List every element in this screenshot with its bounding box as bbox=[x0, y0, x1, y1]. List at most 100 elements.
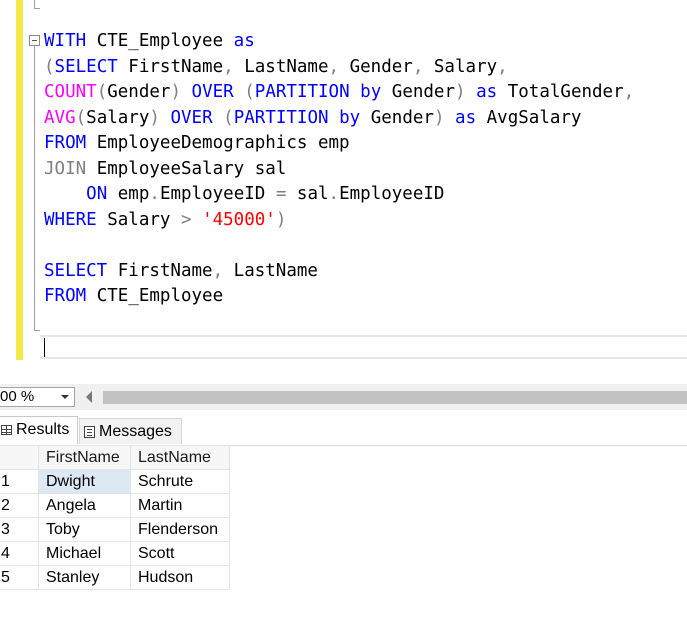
code-token: WITH bbox=[44, 31, 87, 51]
table-row[interactable]: 4 Michael Scott bbox=[0, 541, 230, 566]
current-line-highlight bbox=[40, 335, 687, 359]
code-token: . bbox=[149, 184, 160, 204]
table-row[interactable]: 5 Stanley Hudson bbox=[0, 565, 230, 590]
code-token: CTE_Employee bbox=[86, 286, 224, 306]
grid-cell-firstname[interactable]: Michael bbox=[38, 541, 131, 566]
grid-cell-lastname[interactable]: Schrute bbox=[130, 469, 230, 494]
code-token: ) bbox=[170, 82, 181, 102]
dropdown-arrow-icon[interactable] bbox=[61, 395, 69, 399]
code-token: FROM bbox=[44, 133, 87, 153]
sql-code[interactable]: WITH CTE_Employee as (SELECT FirstName, L… bbox=[44, 29, 634, 310]
collapse-icon[interactable] bbox=[29, 35, 40, 46]
outline-guide bbox=[34, 8, 40, 9]
code-token: Salary bbox=[96, 209, 181, 230]
text-caret bbox=[44, 338, 45, 357]
grid-icon bbox=[1, 424, 12, 435]
grid-cell-firstname[interactable]: Angela bbox=[38, 493, 131, 518]
code-token: FirstName bbox=[107, 260, 213, 281]
grid-cell-firstname[interactable]: Toby bbox=[38, 517, 131, 542]
outline-guide bbox=[34, 330, 40, 331]
code-line[interactable]: COUNT(Gender) OVER (PARTITION by Gender)… bbox=[44, 80, 634, 106]
code-token: EmployeeSalary sal bbox=[86, 158, 287, 179]
code-token: Gender bbox=[381, 82, 456, 102]
code-line[interactable] bbox=[44, 233, 634, 259]
code-token: SELECT bbox=[44, 260, 108, 281]
table-row[interactable]: 1 Dwight Schrute bbox=[0, 469, 230, 494]
code-token: Gender bbox=[360, 107, 434, 128]
query-editor[interactable]: WITH CTE_Employee as (SELECT FirstName, L… bbox=[0, 0, 687, 372]
code-token: '45000' bbox=[202, 209, 276, 230]
grid-cell-lastname[interactable]: Hudson bbox=[130, 565, 230, 590]
code-line[interactable]: ON emp.EmployeeID = sal.EmployeeID bbox=[44, 182, 634, 208]
row-number[interactable]: 4 bbox=[0, 541, 39, 566]
code-token: ) bbox=[149, 107, 160, 128]
code-token: PARTITION bbox=[254, 82, 350, 102]
row-number-header[interactable] bbox=[0, 445, 39, 470]
code-token: EmployeeDemographics emp bbox=[86, 133, 350, 153]
code-line[interactable]: WHERE Salary > '45000') bbox=[44, 208, 634, 234]
tab-results[interactable]: Results bbox=[0, 416, 78, 444]
code-token: sal bbox=[286, 184, 329, 204]
column-header-firstname[interactable]: FirstName bbox=[38, 445, 131, 470]
results-grid[interactable]: FirstName LastName 1 Dwight Schrute 2 An… bbox=[0, 445, 230, 590]
outline-guide bbox=[34, 0, 35, 8]
scroll-left-icon[interactable] bbox=[86, 391, 92, 403]
code-token: , bbox=[497, 56, 508, 77]
code-line[interactable]: AVG(Salary) OVER (PARTITION by Gender) a… bbox=[44, 106, 634, 132]
code-token: , bbox=[223, 56, 234, 77]
code-token: as bbox=[455, 107, 477, 128]
grid-cell-lastname[interactable]: Scott bbox=[130, 541, 230, 566]
code-token: ( bbox=[96, 82, 108, 102]
code-token: Gender bbox=[107, 82, 171, 102]
code-token: = bbox=[275, 184, 287, 204]
code-token: by bbox=[360, 82, 382, 102]
code-token: ( bbox=[44, 56, 55, 77]
tab-messages[interactable]: Messages bbox=[79, 418, 182, 444]
messages-icon bbox=[84, 425, 95, 438]
code-line[interactable]: JOIN EmployeeSalary sal bbox=[44, 157, 634, 183]
code-token: as bbox=[233, 31, 255, 51]
horizontal-scrollbar[interactable] bbox=[103, 391, 687, 404]
code-token: ) bbox=[455, 82, 466, 102]
row-number[interactable]: 1 bbox=[0, 469, 39, 494]
row-number[interactable]: 2 bbox=[0, 493, 39, 518]
row-number[interactable]: 3 bbox=[0, 517, 39, 542]
grid-cell-firstname[interactable]: Stanley bbox=[38, 565, 131, 590]
code-token: AvgSalary bbox=[476, 107, 582, 128]
code-token: OVER bbox=[191, 82, 234, 102]
code-token: Salary bbox=[86, 107, 150, 128]
grid-header-row: FirstName LastName bbox=[0, 445, 230, 470]
row-number[interactable]: 5 bbox=[0, 565, 39, 590]
code-line[interactable]: (SELECT FirstName, LastName, Gender, Sal… bbox=[44, 55, 634, 81]
code-line[interactable]: WITH CTE_Employee as bbox=[44, 29, 634, 55]
code-line[interactable]: SELECT FirstName, LastName bbox=[44, 259, 634, 285]
code-token: COUNT bbox=[44, 82, 97, 102]
table-row[interactable]: 3 Toby Flenderson bbox=[0, 517, 230, 542]
zoom-dropdown[interactable]: 00 % bbox=[0, 387, 75, 407]
code-token: Gender bbox=[339, 56, 413, 77]
code-token: , bbox=[412, 56, 424, 77]
code-token: OVER bbox=[170, 107, 213, 128]
grid-cell-lastname[interactable]: Martin bbox=[130, 493, 230, 518]
code-token: ( bbox=[75, 107, 87, 128]
code-token: > bbox=[180, 209, 192, 230]
code-token: JOIN bbox=[44, 158, 87, 179]
grid-cell-lastname[interactable]: Flenderson bbox=[130, 517, 230, 542]
column-header-lastname[interactable]: LastName bbox=[130, 445, 230, 470]
code-token: LastName bbox=[233, 56, 329, 77]
code-line[interactable]: FROM EmployeeDemographics emp bbox=[44, 131, 634, 157]
grid-cell-firstname[interactable]: Dwight bbox=[38, 469, 131, 494]
code-token: EmployeeID bbox=[339, 184, 445, 204]
code-token: EmployeeID bbox=[159, 184, 276, 204]
table-row[interactable]: 2 Angela Martin bbox=[0, 493, 230, 518]
outline-guide bbox=[34, 46, 35, 330]
code-token: FirstName bbox=[117, 56, 224, 77]
code-token: ( bbox=[223, 107, 234, 128]
code-token: ) bbox=[275, 209, 287, 230]
code-line[interactable]: FROM CTE_Employee bbox=[44, 284, 634, 310]
